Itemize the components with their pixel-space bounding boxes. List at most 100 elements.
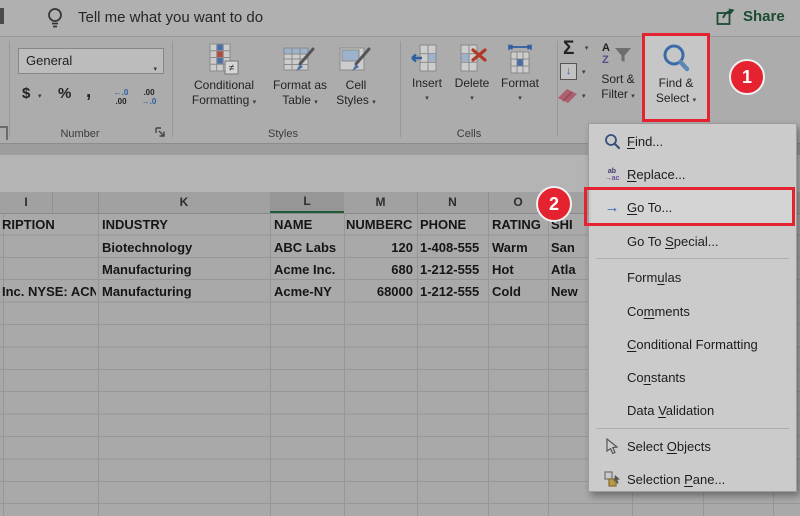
- sheet-cell[interactable]: Manufacturing: [102, 282, 266, 302]
- decimal-digits: .00: [115, 97, 126, 106]
- cell-styles-button[interactable]: Cell Styles ▾: [330, 42, 382, 110]
- menu-item-label: Formulas: [627, 270, 681, 285]
- chevron-down-icon: ▾: [582, 92, 586, 100]
- share-button[interactable]: Share: [716, 7, 785, 26]
- sheet-cell[interactable]: Acme-NY: [274, 282, 342, 302]
- insert-cells-icon: [410, 44, 444, 76]
- chevron-down-icon: ▾: [314, 99, 318, 106]
- svg-text:≠: ≠: [229, 63, 235, 74]
- column-header-m[interactable]: M: [344, 192, 418, 213]
- sheet-cell[interactable]: Biotechnology: [102, 238, 266, 258]
- format-cells-button[interactable]: Format ▾: [496, 44, 544, 102]
- step2-badge: 2: [536, 186, 572, 222]
- styles-group-label: Styles: [243, 128, 323, 140]
- sheet-cell[interactable]: 1-212-555: [420, 282, 486, 302]
- menu-divider: [596, 428, 789, 429]
- chevron-down-icon: ▾: [425, 94, 429, 102]
- sheet-cell[interactable]: Warm: [492, 238, 546, 258]
- sheet-cell[interactable]: Cold: [492, 282, 546, 302]
- sheet-cell[interactable]: PHONE: [420, 215, 486, 235]
- decimal-digits: .00: [143, 88, 154, 97]
- accounting-format-button[interactable]: $: [22, 85, 30, 102]
- menu-item-goto[interactable]: → Go To...: [589, 191, 796, 224]
- gridline-v: [488, 213, 489, 516]
- clear-button[interactable]: ▾: [558, 89, 586, 103]
- autosum-icon: Σ: [563, 38, 574, 59]
- excel-window: I K M N O L RIPTION INDUSTRY NAME NUMBER…: [0, 0, 800, 516]
- button-label: Sort &: [601, 72, 634, 87]
- menu-item-select-objects[interactable]: Select Objects: [589, 430, 796, 463]
- autosum-button[interactable]: Σ ▾: [563, 40, 582, 59]
- gridline-v: [98, 213, 99, 516]
- number-format-select[interactable]: General ▾: [18, 48, 164, 74]
- conditional-formatting-icon: ≠: [207, 42, 241, 78]
- find-select-button[interactable]: Find & Select ▾: [648, 42, 704, 108]
- gridline-v: [417, 213, 418, 516]
- sheet-cell[interactable]: Inc. NYSE: ACN: [2, 282, 96, 302]
- menu-item-constants[interactable]: Constants: [589, 361, 796, 394]
- menu-item-data-validation[interactable]: Data Validation: [589, 394, 796, 427]
- comma-style-button[interactable]: ,: [86, 81, 91, 103]
- sheet-cell[interactable]: NAME: [274, 215, 342, 235]
- chevron-down-icon: ▾: [585, 45, 589, 52]
- delete-cells-icon: [455, 44, 489, 76]
- group-divider: [172, 41, 173, 137]
- conditional-formatting-button[interactable]: ≠ Conditional Formatting ▾: [196, 42, 252, 110]
- sheet-cell[interactable]: RATING: [492, 215, 546, 235]
- button-label: Filter ▾: [601, 87, 635, 104]
- group-divider: [9, 41, 10, 137]
- menu-item-label: Replace...: [627, 167, 686, 182]
- sheet-cell[interactable]: Manufacturing: [102, 260, 266, 280]
- sheet-cell[interactable]: RIPTION: [2, 215, 96, 235]
- menu-item-selection-pane[interactable]: Selection Pane...: [589, 463, 796, 496]
- sheet-cell[interactable]: 120: [346, 238, 413, 258]
- fill-button[interactable]: ↓ ▾: [560, 63, 586, 80]
- chevron-down-icon: ▾: [153, 58, 157, 82]
- menu-item-find[interactable]: Find...: [589, 125, 796, 158]
- cells-group-label: Cells: [429, 128, 509, 140]
- column-header-n[interactable]: N: [417, 192, 489, 213]
- sheet-cell[interactable]: Acme Inc.: [274, 260, 342, 280]
- chevron-down-icon[interactable]: ▾: [38, 92, 42, 100]
- insert-cells-button[interactable]: Insert ▾: [405, 44, 449, 102]
- sheet-cell[interactable]: 680: [346, 260, 413, 280]
- menu-item-label: Select Objects: [627, 439, 711, 454]
- button-label: Insert: [412, 76, 442, 91]
- menu-item-goto-special[interactable]: Go To Special...: [589, 225, 796, 258]
- step1-badge: 1: [729, 59, 765, 95]
- menu-item-comments[interactable]: Comments: [589, 295, 796, 328]
- button-label: Find &: [659, 76, 694, 91]
- delete-cells-button[interactable]: Delete ▾: [450, 44, 494, 102]
- percent-style-button[interactable]: %: [58, 85, 71, 102]
- sheet-cell[interactable]: 68000: [346, 282, 413, 302]
- sheet-cell[interactable]: 1-212-555: [420, 260, 486, 280]
- share-label: Share: [743, 8, 785, 25]
- cursor-arrow-icon: [597, 438, 627, 455]
- tab-edge-fragment: [0, 8, 4, 24]
- button-label: Delete: [455, 76, 490, 91]
- button-label: Table ▾: [282, 93, 318, 110]
- sort-filter-button[interactable]: AZ Sort & Filter ▾: [598, 42, 638, 104]
- format-as-table-button[interactable]: Format as Table ▾: [272, 42, 328, 110]
- number-dialog-launcher[interactable]: [155, 127, 166, 138]
- share-icon: [716, 7, 737, 26]
- menu-item-formulas[interactable]: Formulas: [589, 261, 796, 294]
- increase-decimal-icon: ←.0: [114, 88, 129, 97]
- sheet-cell[interactable]: NUMBERC: [346, 215, 416, 235]
- sheet-cell[interactable]: 1-408-555: [420, 238, 486, 258]
- sheet-cell[interactable]: INDUSTRY: [102, 215, 266, 235]
- menu-item-conditional-formatting[interactable]: Conditional Formatting: [589, 328, 796, 361]
- menu-item-label: Constants: [627, 370, 686, 385]
- tell-me-input[interactable]: Tell me what you want to do: [78, 9, 263, 26]
- sheet-cell[interactable]: Hot: [492, 260, 546, 280]
- menu-divider: [596, 258, 789, 259]
- number-group-label: Number: [40, 128, 120, 140]
- column-header-k[interactable]: K: [98, 192, 271, 213]
- number-format-value: General: [26, 53, 72, 68]
- sheet-cell[interactable]: ABC Labs: [274, 238, 342, 258]
- column-header-l-selected[interactable]: L: [270, 192, 344, 213]
- decrease-decimal-button[interactable]: .00 →.0: [136, 88, 162, 106]
- menu-item-label: Go To...: [627, 200, 672, 215]
- menu-item-replace[interactable]: ab→ac Replace...: [589, 158, 796, 191]
- increase-decimal-button[interactable]: ←.0 .00: [108, 88, 134, 106]
